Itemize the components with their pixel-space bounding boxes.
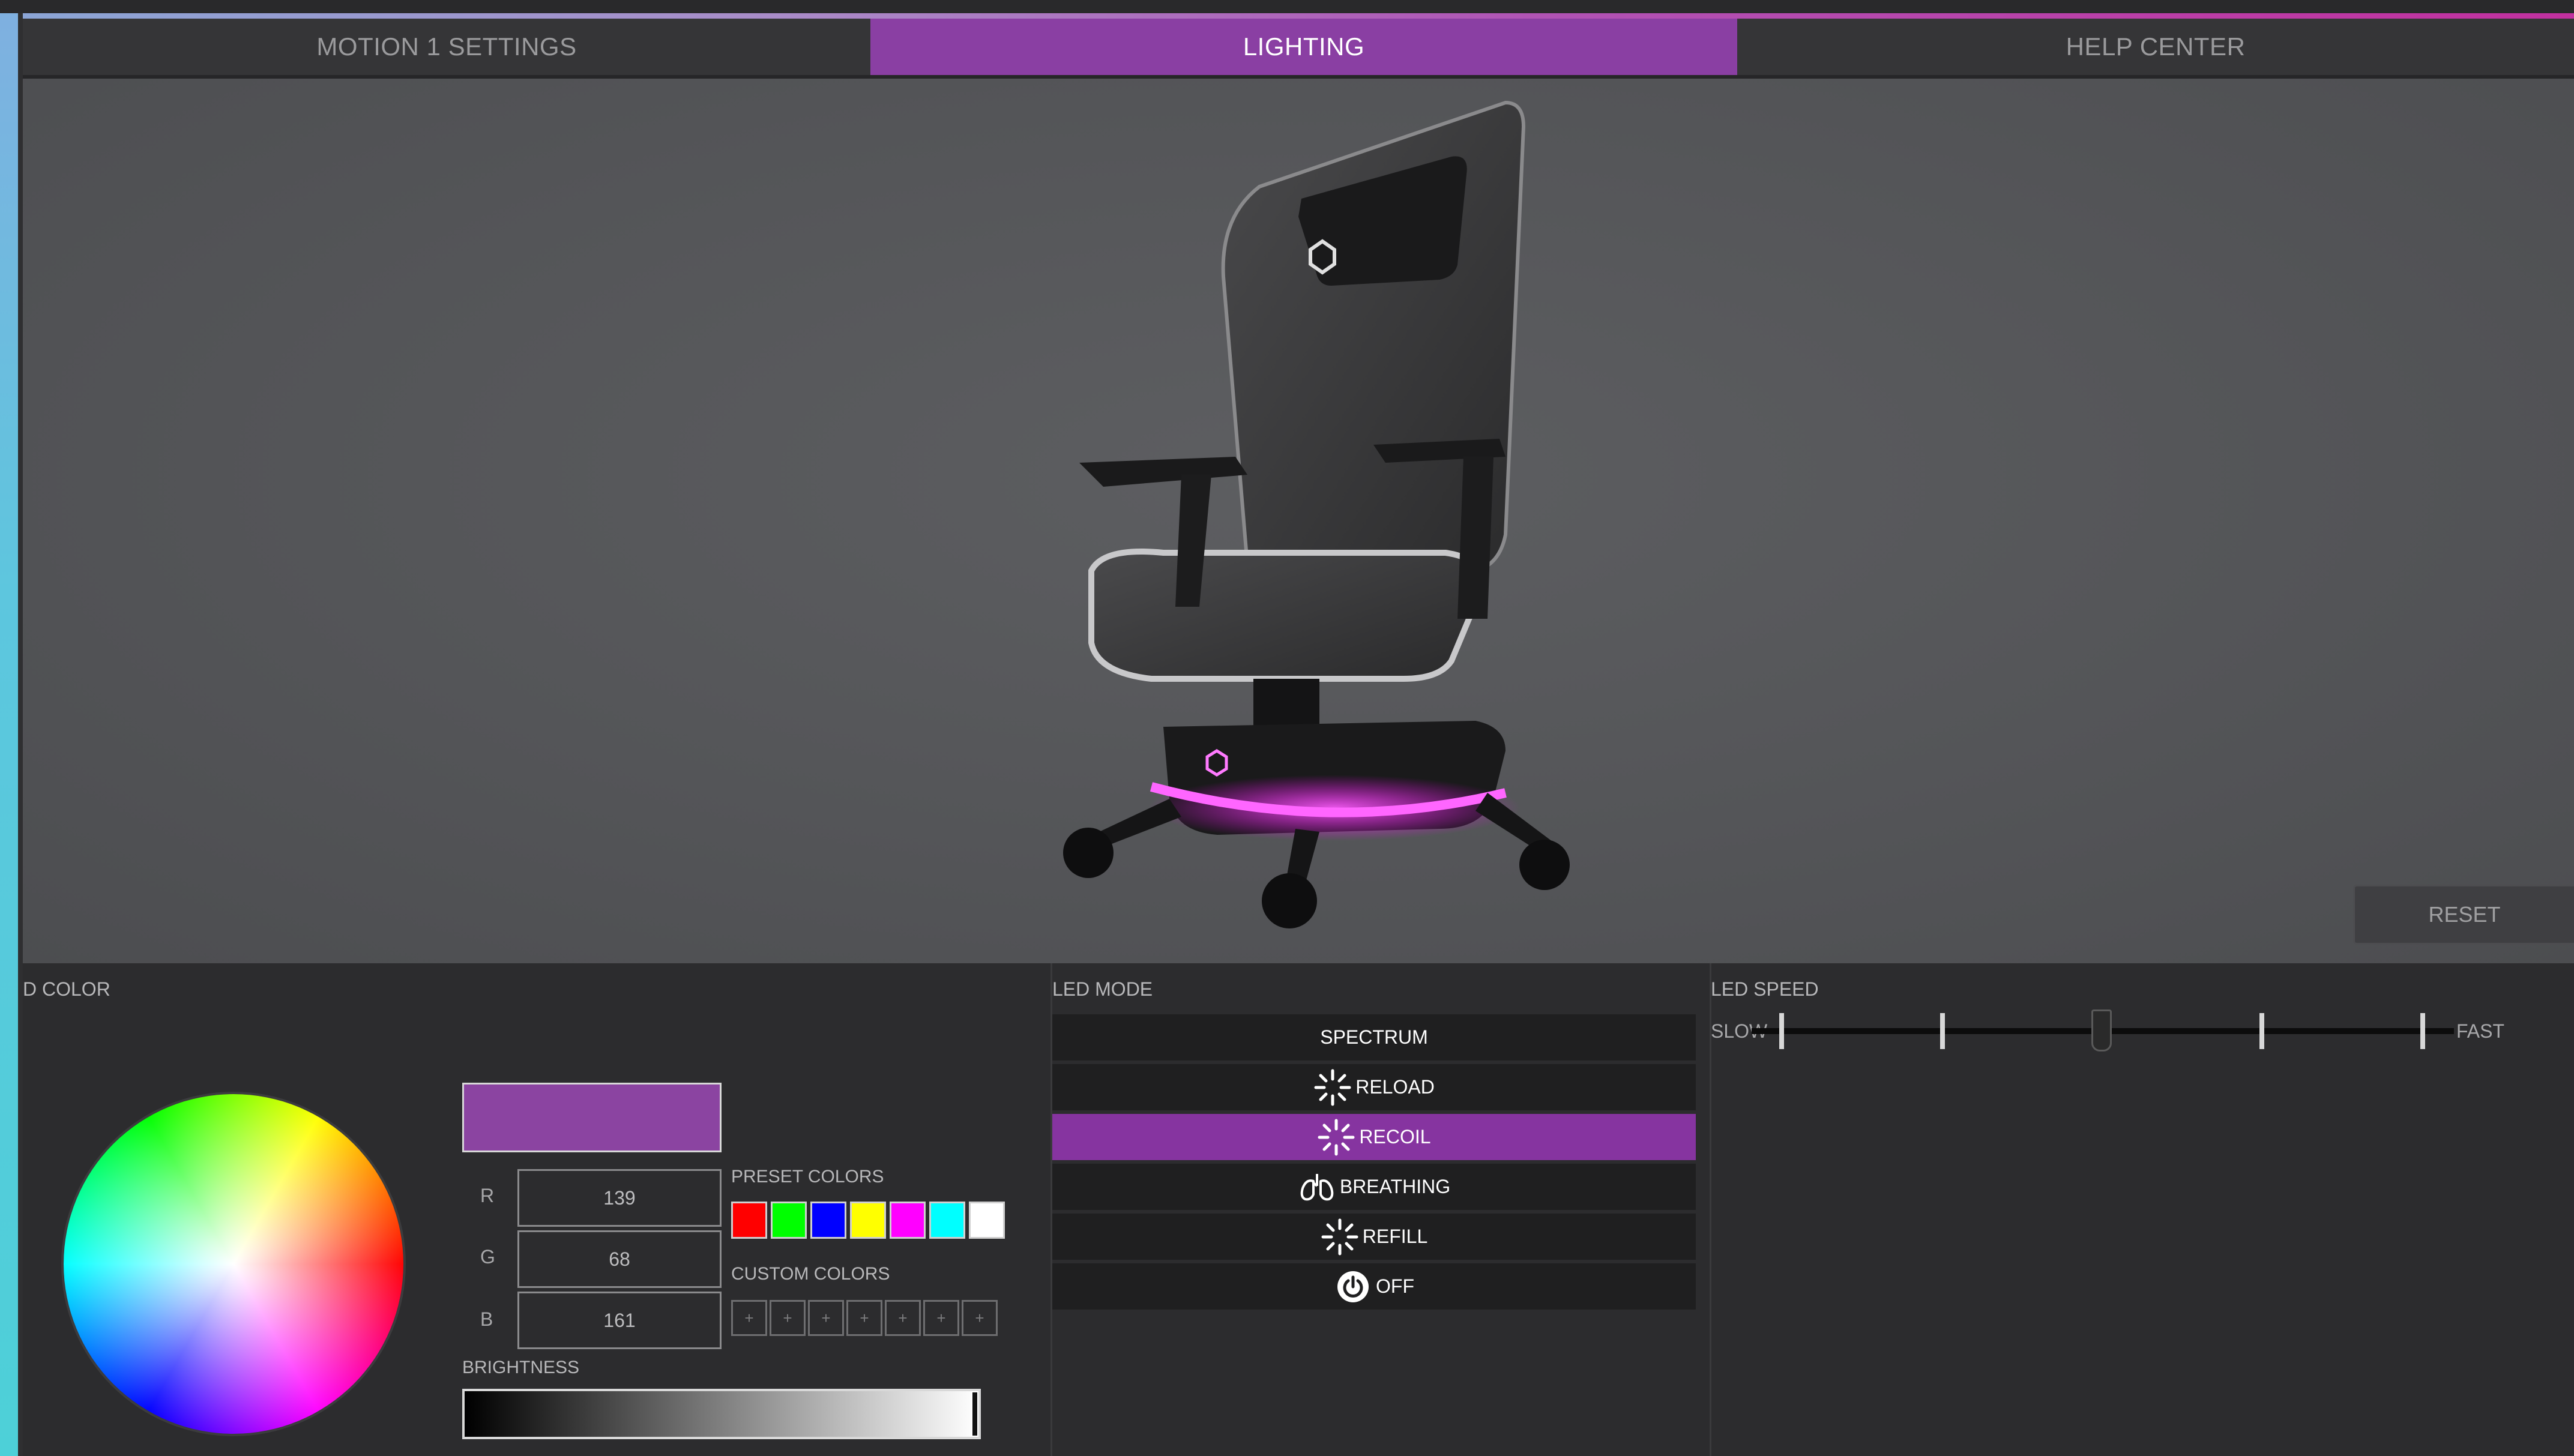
accent-gradient-bar [0, 13, 2574, 19]
mode-label: BREATHING [1339, 1176, 1451, 1197]
custom-color-slot[interactable]: + [808, 1300, 844, 1336]
gaming-chair-image [1063, 100, 1570, 928]
reset-button[interactable]: RESET [2353, 885, 2574, 945]
custom-color-slot[interactable]: + [962, 1300, 998, 1336]
r-label: R [480, 1185, 495, 1206]
burst-icon [1318, 1119, 1355, 1155]
mode-label: SPECTRUM [1320, 1026, 1428, 1048]
preset-white-swatch[interactable] [969, 1202, 1005, 1239]
speed-tick [2420, 1013, 2425, 1049]
custom-color-slot[interactable]: + [885, 1300, 921, 1336]
left-border-inner [18, 13, 23, 1456]
b-input[interactable]: 161 [517, 1292, 722, 1349]
tab-motion-settings[interactable]: MOTION 1 SETTINGS [23, 19, 870, 75]
preset-green-swatch[interactable] [771, 1202, 807, 1239]
b-label: B [480, 1308, 493, 1330]
g-label: G [480, 1246, 495, 1268]
mode-label: OFF [1376, 1275, 1414, 1297]
accent-left-border [0, 13, 18, 1456]
power-icon [1337, 1271, 1369, 1302]
tab-bar: MOTION 1 SETTINGS LIGHTING HELP CENTER [23, 19, 2574, 77]
tab-lighting[interactable]: LIGHTING [870, 19, 1737, 75]
led-mode-title: LED MODE [1052, 978, 1153, 1000]
custom-color-slot[interactable]: + [770, 1300, 806, 1336]
mode-off[interactable]: OFF [1052, 1263, 1696, 1311]
led-speed-title: LED SPEED [1711, 978, 1819, 1000]
mode-label: RECOIL [1359, 1126, 1431, 1148]
custom-color-slot[interactable]: + [846, 1300, 882, 1336]
mode-label: RELOAD [1355, 1076, 1435, 1098]
custom-color-slot[interactable]: + [731, 1300, 767, 1336]
preset-cyan-swatch[interactable] [929, 1202, 965, 1239]
speed-tick [1779, 1013, 1784, 1049]
g-input[interactable]: 68 [517, 1230, 722, 1288]
custom-colors-title: CUSTOM COLORS [731, 1264, 890, 1284]
preset-red-swatch[interactable] [731, 1202, 767, 1239]
led-color-title: D COLOR [23, 978, 110, 1000]
mode-label: REFILL [1362, 1226, 1428, 1247]
custom-color-slot[interactable]: + [923, 1300, 959, 1336]
tab-help-center[interactable]: HELP CENTER [1737, 19, 2574, 75]
preset-blue-swatch[interactable] [810, 1202, 846, 1239]
r-input[interactable]: 139 [517, 1169, 722, 1227]
preset-yellow-swatch[interactable] [850, 1202, 886, 1239]
mode-breathing[interactable]: BREATHING [1052, 1164, 1696, 1212]
mode-reload[interactable]: RELOAD [1052, 1064, 1696, 1112]
mode-spectrum[interactable]: SPECTRUM [1052, 1014, 1696, 1062]
current-color-preview [462, 1083, 722, 1152]
mode-refill[interactable]: REFILL [1052, 1214, 1696, 1262]
color-wheel[interactable] [64, 1094, 403, 1434]
speed-fast-label: FAST [2456, 1020, 2505, 1042]
preset-magenta-swatch[interactable] [890, 1202, 926, 1239]
burst-icon [1321, 1218, 1358, 1255]
mode-recoil[interactable]: RECOIL [1052, 1114, 1696, 1162]
brightness-handle[interactable] [971, 1391, 978, 1437]
lungs-icon [1300, 1173, 1334, 1200]
speed-slider-thumb[interactable] [2091, 1009, 2112, 1051]
burst-icon [1314, 1069, 1351, 1106]
brightness-slider[interactable] [462, 1389, 981, 1439]
brightness-title: BRIGHTNESS [462, 1358, 580, 1377]
speed-tick [1940, 1013, 1945, 1049]
speed-tick [2259, 1013, 2264, 1049]
window-top-edge [0, 0, 2574, 13]
preset-colors-title: PRESET COLORS [731, 1167, 884, 1187]
chair-preview-viewport [23, 79, 2574, 963]
